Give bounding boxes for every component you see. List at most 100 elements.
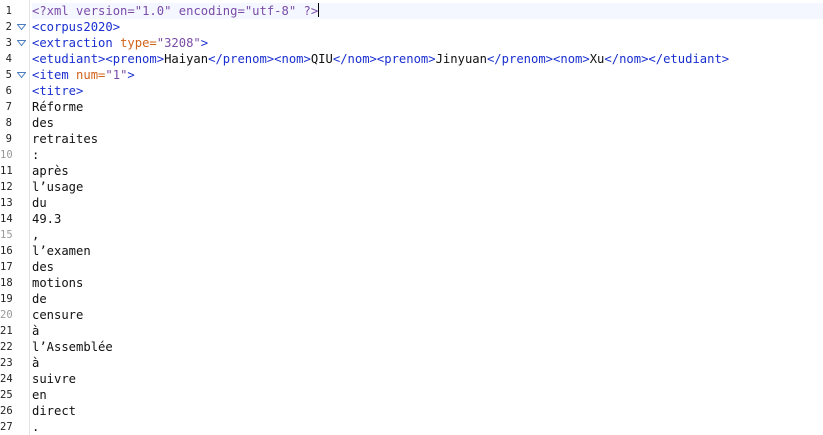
- code-line[interactable]: censure: [32, 307, 83, 323]
- code-line[interactable]: <extraction type="3208">: [32, 35, 208, 51]
- xml-tag: </prenom>: [486, 52, 554, 66]
- code-line[interactable]: à: [32, 355, 39, 371]
- line-number: 26: [0, 405, 13, 417]
- text-content: :: [32, 148, 40, 162]
- xml-tag: <nom>: [553, 52, 590, 66]
- line-number: 10: [0, 149, 13, 161]
- code-line[interactable]: l’usage: [32, 179, 83, 195]
- text-content: Haiyan: [164, 52, 209, 66]
- line-number: 24: [0, 373, 13, 385]
- text-content: 49.3: [32, 212, 62, 226]
- text-content: Xu: [589, 52, 605, 66]
- code-line[interactable]: <?xml version="1.0" encoding="utf-8" ?>: [32, 3, 823, 19]
- text-content: Réforme: [32, 100, 84, 114]
- xml-tag: </nom>: [332, 52, 377, 66]
- line-number: 6: [5, 85, 12, 97]
- attribute-name: encoding=: [178, 4, 245, 18]
- xml-tag: <etudiant>: [32, 52, 106, 66]
- code-line[interactable]: retraites: [32, 131, 98, 147]
- line-number: 8: [5, 117, 12, 129]
- attribute-value: "1.0": [134, 4, 172, 18]
- text-content: à: [32, 356, 40, 370]
- xml-tag: </prenom>: [208, 52, 275, 66]
- code-line[interactable]: <corpus2020>: [32, 19, 120, 35]
- code-line[interactable]: de: [32, 291, 47, 307]
- text-content: l’examen: [32, 244, 91, 258]
- code-line[interactable]: l’examen: [32, 243, 91, 259]
- text-content: direct: [32, 404, 77, 418]
- code-line[interactable]: à: [32, 323, 39, 339]
- code-line[interactable]: :: [32, 147, 39, 163]
- xml-declaration: <?xml: [32, 4, 77, 18]
- line-number: 20: [0, 309, 13, 321]
- code-line[interactable]: des: [32, 259, 54, 275]
- code-line[interactable]: suivre: [32, 371, 76, 387]
- line-number: 13: [0, 197, 13, 209]
- attribute-value: "utf-8": [244, 4, 297, 18]
- xml-tag: <nom>: [274, 52, 311, 66]
- line-number: 18: [0, 277, 13, 289]
- line-number: 4: [5, 53, 12, 65]
- text-content: l’Assemblée: [32, 340, 113, 354]
- code-line[interactable]: ,: [32, 227, 39, 243]
- text-content: Jinyuan: [435, 52, 487, 66]
- code-line[interactable]: l’Assemblée: [32, 339, 113, 355]
- line-number: 5: [5, 69, 12, 81]
- xml-tag: <prenom>: [376, 52, 436, 66]
- xml-editor[interactable]: 1 2 3 4 5 6 7 8 9 10 11 12 13 14 15 16 1…: [0, 0, 823, 435]
- text-content: de: [32, 292, 47, 306]
- attribute-value: "3208": [156, 36, 201, 50]
- line-number: 19: [0, 293, 13, 305]
- line-number: 15: [0, 229, 13, 241]
- line-number: 23: [0, 357, 13, 369]
- code-line[interactable]: <etudiant><prenom>Haiyan</prenom><nom>QI…: [32, 51, 729, 67]
- text-content: QIU: [310, 52, 333, 66]
- code-line[interactable]: en: [32, 387, 47, 403]
- text-content: ,: [32, 228, 40, 242]
- code-line[interactable]: du: [32, 195, 47, 211]
- text-content: l’usage: [32, 180, 84, 194]
- xml-tag: </etudiant>: [648, 52, 730, 66]
- code-line[interactable]: des: [32, 115, 54, 131]
- xml-tag: <titre>: [32, 84, 84, 98]
- xml-declaration-close: ?>: [296, 4, 319, 18]
- code-line[interactable]: motions: [32, 275, 83, 291]
- code-line[interactable]: 49.3: [32, 211, 61, 227]
- text-content: à: [32, 324, 40, 338]
- fold-toggle-icon[interactable]: [17, 35, 27, 51]
- text-content: retraites: [32, 132, 99, 146]
- line-number: 1: [5, 5, 12, 17]
- line-number: 25: [0, 389, 13, 401]
- line-number: 11: [0, 165, 13, 177]
- line-number: 14: [0, 213, 13, 225]
- text-content: censure: [32, 308, 84, 322]
- fold-toggle-icon[interactable]: [17, 19, 27, 35]
- code-line[interactable]: <titre>: [32, 83, 83, 99]
- line-number: 22: [0, 341, 13, 353]
- line-number: 7: [5, 101, 12, 113]
- xml-tag: <prenom>: [105, 52, 165, 66]
- fold-toggle-icon[interactable]: [17, 67, 27, 83]
- code-line[interactable]: .: [32, 419, 39, 435]
- line-number: 9: [5, 133, 12, 145]
- text-content: motions: [32, 276, 84, 290]
- code-line[interactable]: après: [32, 163, 69, 179]
- text-content: .: [32, 420, 40, 434]
- line-number: 2: [5, 21, 12, 33]
- attribute-value: "1": [105, 68, 128, 82]
- text-content: des: [32, 260, 55, 274]
- line-number: 21: [0, 325, 13, 337]
- xml-tag: >: [127, 68, 135, 82]
- xml-tag: <corpus2020>: [32, 20, 121, 34]
- xml-tag: <item: [32, 68, 77, 82]
- code-line[interactable]: direct: [32, 403, 76, 419]
- code-line[interactable]: Réforme: [32, 99, 83, 115]
- code-line[interactable]: <item num="1">: [32, 67, 135, 83]
- line-number: 16: [0, 245, 13, 257]
- xml-tag: </nom>: [604, 52, 649, 66]
- line-number: 3: [5, 37, 12, 49]
- text-content: suivre: [32, 372, 77, 386]
- line-number: 27: [0, 421, 13, 433]
- attribute-name: num=: [76, 68, 106, 82]
